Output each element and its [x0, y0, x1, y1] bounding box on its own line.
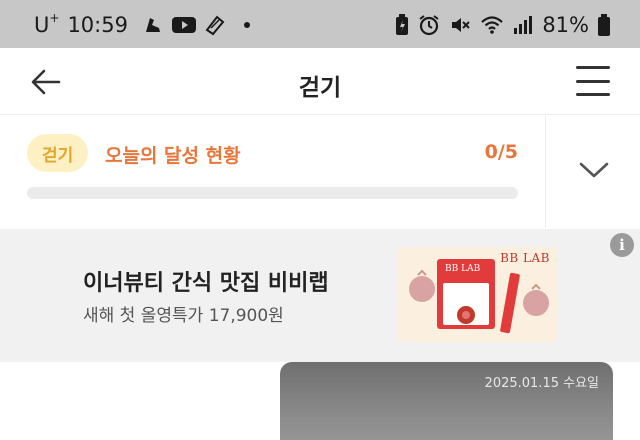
progress-bar [27, 187, 518, 199]
shoe-icon [142, 14, 164, 36]
ad-product-image[interactable]: BB LAB BB LAB [397, 247, 558, 342]
signal-icon [513, 15, 533, 35]
daily-progress-card [0, 116, 545, 228]
product-box-brand: BB LAB [445, 264, 481, 274]
page-title: 걷기 [298, 75, 342, 101]
status-bar-right: 81% [395, 10, 610, 40]
menu-button[interactable] [576, 66, 610, 96]
category-tag: 걷기 [27, 134, 89, 172]
hamburger-icon-line [576, 79, 610, 83]
ad-brand-logo: BB LAB [500, 251, 550, 265]
product-stick [499, 272, 521, 334]
clock: 10:59 [67, 13, 128, 37]
daily-goal-count: 0/5 [484, 141, 518, 163]
app-header: 걷기 [0, 48, 640, 115]
alarm-icon [418, 14, 440, 36]
ad-title[interactable]: 이너뷰티 간식 맛집 비비랩 [83, 265, 329, 297]
pomegranate-icon [409, 269, 435, 302]
photo-date: 2025.01.15 수요일 [484, 376, 599, 391]
youtube-icon [171, 16, 196, 34]
wifi-icon [480, 15, 504, 35]
expand-toggle[interactable] [545, 116, 640, 228]
status-bar: U+ 10:59 81% [0, 0, 640, 48]
pomegranate-icon [457, 306, 475, 324]
daily-goal-label: 오늘의 달성 현황 [105, 145, 241, 167]
battery-saver-icon [395, 14, 409, 36]
chevron-down-icon [579, 162, 609, 178]
pomegranate-icon [523, 283, 549, 316]
notification-dot-icon [243, 22, 250, 28]
hamburger-icon-line [576, 66, 610, 69]
mute-icon [449, 14, 471, 36]
walking-shoe-icon [204, 14, 226, 36]
battery-percent: 81% [542, 13, 589, 37]
carrier-label: U+ [34, 11, 60, 37]
status-bar-left: U+ 10:59 [34, 10, 250, 40]
photo-card[interactable]: 2025.01.15 수요일 [280, 362, 613, 440]
ad-subtitle: 새해 첫 올영특가 17,900원 [83, 306, 284, 326]
hamburger-icon-line [576, 93, 610, 96]
battery-icon [598, 14, 610, 36]
info-icon[interactable]: i [610, 233, 634, 257]
